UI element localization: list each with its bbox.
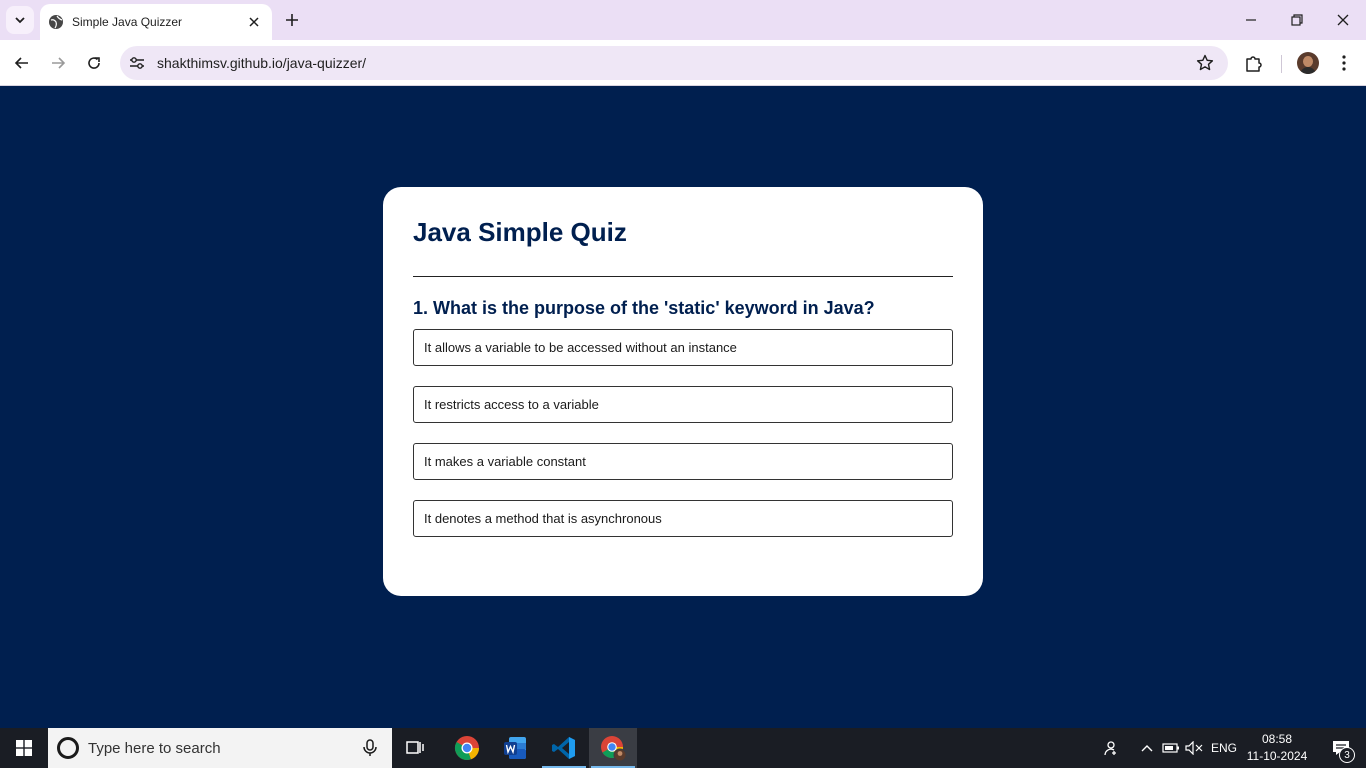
vscode-icon [552,737,575,759]
profile-avatar[interactable] [1297,52,1319,74]
browser-toolbar: shakthimsv.github.io/java-quizzer/ [0,40,1366,86]
tab-strip: Simple Java Quizzer [0,0,1366,40]
volume-button[interactable] [1183,728,1205,768]
tab-title: Simple Java Quizzer [72,15,183,29]
restore-icon [1291,14,1303,26]
word-taskbar-app[interactable] [491,728,539,768]
minimize-button[interactable] [1228,0,1274,40]
action-center-button[interactable]: 3 [1324,728,1358,768]
new-tab-button[interactable] [280,8,304,32]
address-bar[interactable]: shakthimsv.github.io/java-quizzer/ [120,46,1228,80]
url-text[interactable]: shakthimsv.github.io/java-quizzer/ [157,55,366,71]
close-tab-icon[interactable] [246,14,262,30]
minimize-icon [1246,19,1256,21]
answer-button-2[interactable]: It restricts access to a variable [413,386,953,423]
windows-taskbar: Type here to search ENG 08:58 11-10-2024 [0,728,1366,768]
extensions-button[interactable] [1242,51,1266,75]
input-language-button[interactable]: ENG [1208,728,1240,768]
battery-button[interactable] [1160,728,1182,768]
chrome-profile-taskbar-app[interactable] [589,728,637,768]
tab-search-button[interactable] [6,6,34,34]
bookmark-star-icon[interactable] [1196,54,1214,72]
page-viewport: Java Simple Quiz 1. What is the purpose … [0,87,1366,728]
site-globe-icon [48,14,64,30]
tab-active[interactable]: Simple Java Quizzer [40,4,272,40]
clock-time: 08:58 [1261,732,1293,746]
reload-icon [88,57,100,69]
reload-button[interactable] [78,47,110,79]
quiz-card: Java Simple Quiz 1. What is the purpose … [383,187,983,596]
arrow-left-icon [14,57,28,69]
volume-muted-icon [1185,741,1203,755]
notification-count-badge: 3 [1339,747,1355,763]
answer-button-3[interactable]: It makes a variable constant [413,443,953,480]
restore-button[interactable] [1274,0,1320,40]
start-button[interactable] [0,728,48,768]
answer-button-1[interactable]: It allows a variable to be accessed with… [413,329,953,366]
close-window-button[interactable] [1320,0,1366,40]
input-language: ENG [1210,741,1237,755]
windows-logo-icon [16,740,32,756]
quiz-title: Java Simple Quiz [413,217,627,247]
forward-button[interactable] [42,47,74,79]
clock[interactable]: 08:58 11-10-2024 [1246,731,1308,765]
title-divider [413,276,953,277]
chevron-down-icon [15,17,25,24]
taskbar-search[interactable]: Type here to search [48,728,392,768]
battery-icon [1162,743,1179,753]
site-settings-icon[interactable] [128,54,146,72]
puzzle-icon [1246,56,1262,72]
browser-menu-button[interactable] [1334,51,1354,75]
more-vertical-icon [1342,55,1346,71]
arrow-right-icon [52,57,66,69]
answer-list: It allows a variable to be accessed with… [413,329,953,537]
cortana-icon [57,737,79,759]
close-icon [1337,14,1349,26]
task-view-icon [406,741,424,754]
task-view-button[interactable] [392,728,440,768]
taskbar-search-placeholder: Type here to search [88,739,221,757]
people-button[interactable] [1098,728,1122,768]
question-text: 1. What is the purpose of the 'static' k… [413,298,875,318]
toolbar-divider [1281,55,1282,73]
back-button[interactable] [6,47,38,79]
show-hidden-icons-button[interactable] [1136,728,1158,768]
chrome-profile-icon [601,736,627,762]
people-icon [1104,741,1116,756]
chrome-icon [454,736,479,760]
word-icon [504,737,526,759]
chrome-taskbar-app[interactable] [443,728,491,768]
answer-button-4[interactable]: It denotes a method that is asynchronous [413,500,953,537]
chevron-up-icon [1141,745,1153,752]
clock-date: 11-10-2024 [1246,749,1308,763]
microphone-icon[interactable] [360,738,380,758]
plus-icon [286,14,298,26]
vscode-taskbar-app[interactable] [540,728,588,768]
